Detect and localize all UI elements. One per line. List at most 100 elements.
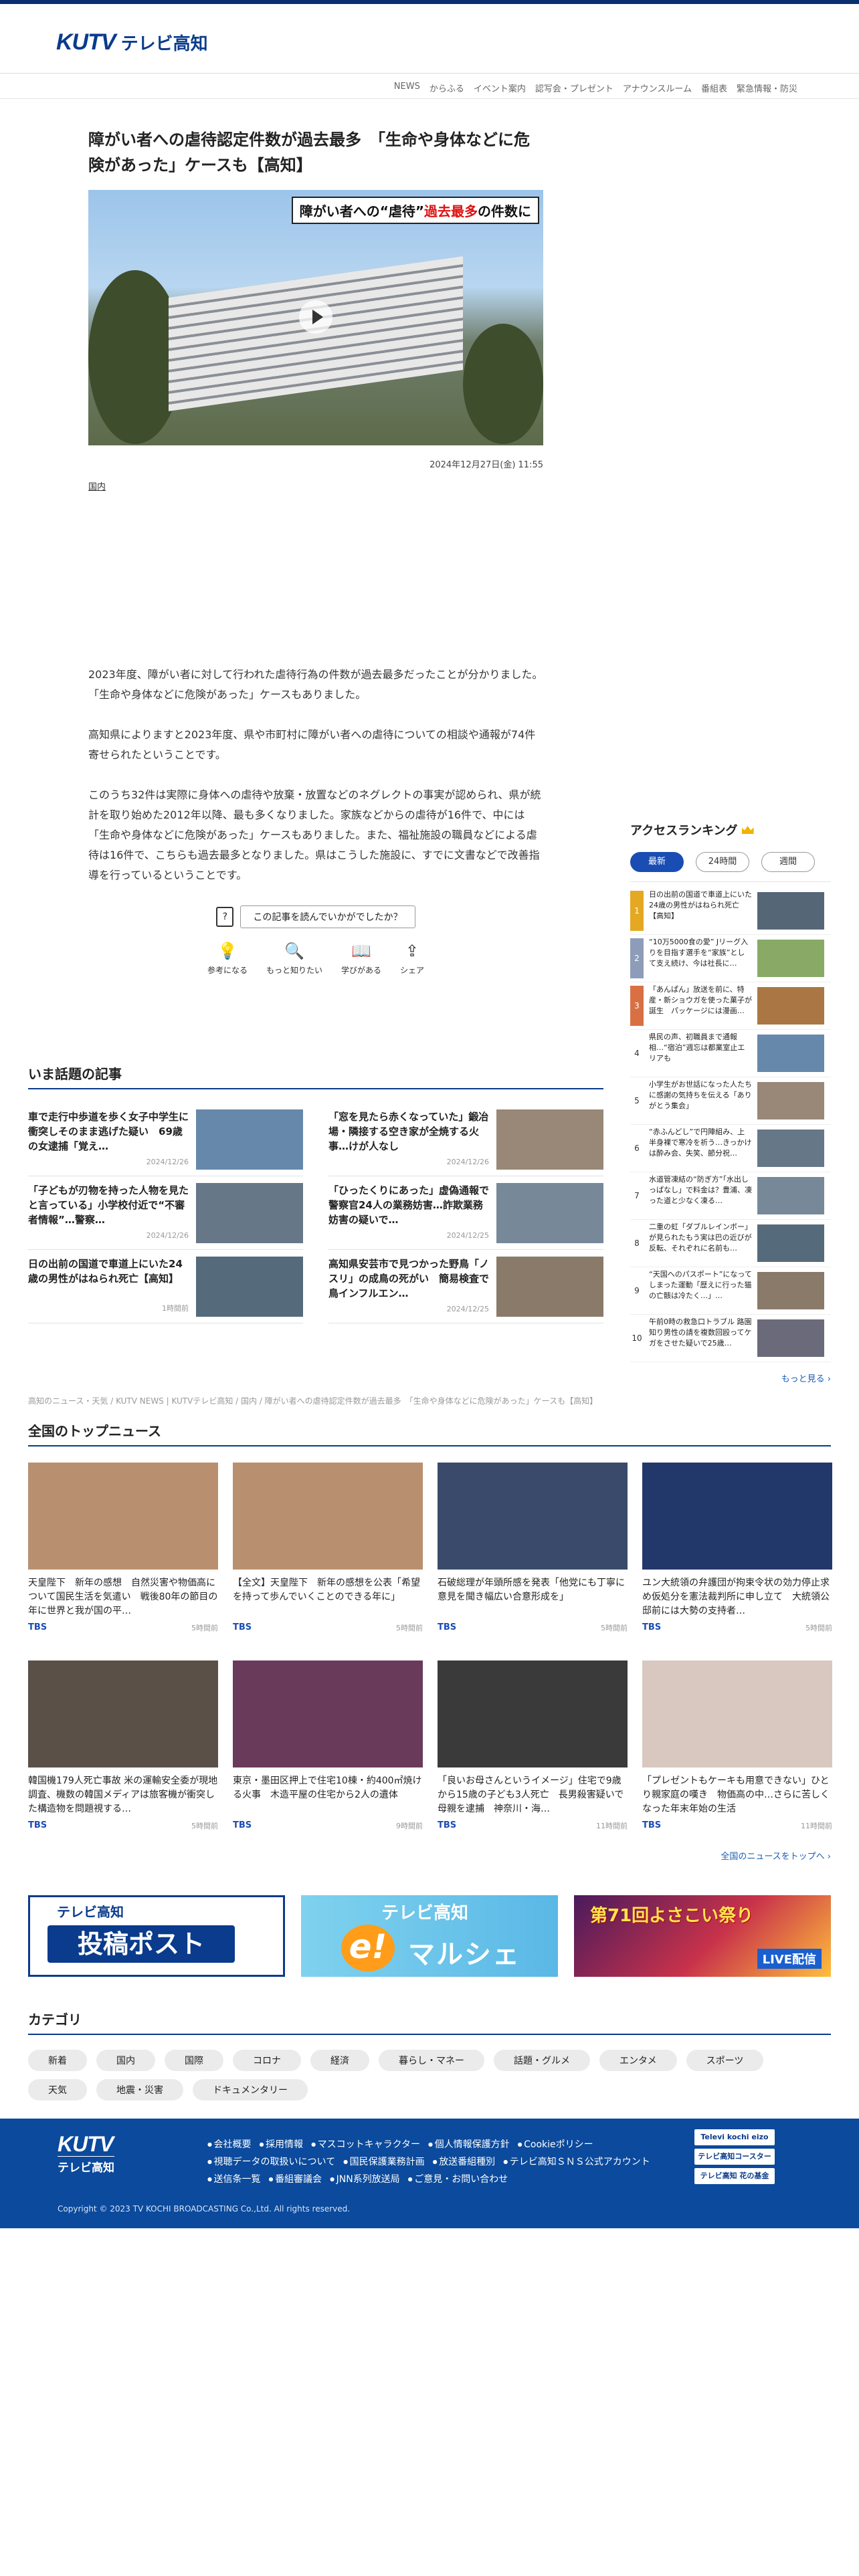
- national-title[interactable]: 韓国機179人死亡事故 米の運輸安全委が現地調査、機数の韓国メディアは旅客機が衝…: [28, 1774, 218, 1816]
- rank-title[interactable]: “赤ふんどし”で円陣組み、上半身裸で寒冷を祈う…きっかけは酔み会、失笑、節分祝…: [644, 1127, 757, 1170]
- category-chip[interactable]: 暮らし・マネー: [379, 2050, 484, 2071]
- ranking-item[interactable]: 6 “赤ふんどし”で円陣組み、上半身裸で寒冷を祈う…きっかけは酔み会、失笑、節分祝…: [630, 1125, 831, 1172]
- national-item[interactable]: 東京・墨田区押上で住宅10棟・約400㎡焼ける火事 木造平屋の住宅から2人の遺体…: [233, 1660, 423, 1841]
- topic-item[interactable]: 日の出前の国道で車道上にいた24歳の男性がはねられ死亡【高知】 1時間前: [28, 1250, 303, 1323]
- ranking-item[interactable]: 8 二重の虹「ダブルレインボー」が見られたもう実は巴の近びが反転、それぞれに名前も…: [630, 1220, 831, 1267]
- category-chip[interactable]: ドキュメンタリー: [193, 2079, 308, 2101]
- post-banner[interactable]: テレビ高知 投稿ポスト: [28, 1895, 285, 1977]
- topic-thumbnail[interactable]: [196, 1183, 303, 1243]
- topic-item[interactable]: 車で走行中歩道を歩く女子中学生に衝突しそのまま逃げた疑い 69歳の女逮捕「覚え……: [28, 1103, 303, 1176]
- ranking-tab[interactable]: 最新: [630, 852, 684, 872]
- national-thumbnail[interactable]: [233, 1660, 423, 1767]
- rank-thumbnail[interactable]: [757, 1319, 824, 1357]
- footer-link[interactable]: 会社概要: [207, 2136, 252, 2153]
- ranking-more-link[interactable]: もっと見る ›: [630, 1372, 831, 1384]
- ranking-item[interactable]: 3 「あんぱん」放送を前に、特産・新ショウガを使った菓子が誕生 パッケージには漫画…: [630, 982, 831, 1030]
- national-more-link[interactable]: 全国のニュースをトップへ ›: [28, 1849, 831, 1862]
- ranking-item[interactable]: 2 “10万5000食の愛” Jリーグ入りを目指す選手を“家族”として支え続け、今…: [630, 935, 831, 982]
- footer-link[interactable]: 番組審議会: [269, 2171, 322, 2188]
- rank-title[interactable]: 二重の虹「ダブルレインボー」が見られたもう実は巴の近びが反転、それぞれに名前も…: [644, 1222, 757, 1265]
- footer-link[interactable]: 個人情報保護方針: [428, 2136, 510, 2153]
- topic-title[interactable]: 高知県安芸市で見つかった野鳥「ノスリ」の成鳥の死がい 簡易検査で鳥インフルエン…: [328, 1257, 489, 1301]
- national-title[interactable]: 石破総理が年頭所感を発表「他党にも丁寧に意見を聞き幅広い合意形成を」: [438, 1576, 628, 1618]
- footer-link[interactable]: 送信条一覧: [207, 2171, 261, 2188]
- topic-thumbnail[interactable]: [196, 1257, 303, 1317]
- sponsor-logo[interactable]: テレビ高知コースター: [694, 2149, 775, 2165]
- rank-title[interactable]: 日の出前の国道で車道上にいた24歳の男性がはねられ死亡【高知】: [644, 889, 757, 932]
- footer-link[interactable]: テレビ高知ＳＮＳ公式アカウント: [503, 2153, 650, 2171]
- ranking-tab[interactable]: 週間: [761, 852, 815, 872]
- national-item[interactable]: ユン大統領の弁護団が拘束令状の効力停止求め仮処分を憲法裁判所に申し立て 大統領公…: [642, 1463, 832, 1643]
- rank-thumbnail[interactable]: [757, 987, 824, 1025]
- category-chip[interactable]: 経済: [310, 2050, 369, 2071]
- ranking-item[interactable]: 5 小学生がお世話になった人たちに感謝の気持ちを伝える「ありがとう集会」: [630, 1077, 831, 1125]
- national-item[interactable]: 天皇陛下 新年の感想 自然災害や物価高について国民生活を気遣い 戦後80年の節目…: [28, 1463, 218, 1643]
- footer-link[interactable]: 放送番組種別: [433, 2153, 495, 2171]
- topic-title[interactable]: 車で走行中歩道を歩く女子中学生に衝突しそのまま逃げた疑い 69歳の女逮捕「覚え…: [28, 1109, 189, 1154]
- ranking-item[interactable]: 9 “天国へのパスポート”になってしまった運動「歴えに行った猫の亡骸は冷たく…」…: [630, 1267, 831, 1315]
- ranking-item[interactable]: 7 水道管凍結の“防ぎ方”「水出しっぱなし」で料金は？豊浦、凍った道と少なく凍る…: [630, 1172, 831, 1220]
- category-chip[interactable]: 国内: [96, 2050, 155, 2071]
- category-chip[interactable]: 新着: [28, 2050, 87, 2071]
- national-thumbnail[interactable]: [28, 1463, 218, 1570]
- topic-item[interactable]: 「ひったくりにあった」虚偽通報で警察官24人の業務妨害…詐欺業務妨害の疑いで… 2…: [328, 1176, 603, 1250]
- topic-thumbnail[interactable]: [496, 1257, 603, 1317]
- reaction-button[interactable]: 💡 参考になる: [207, 942, 248, 976]
- article-hero-video[interactable]: 障がい者への“虐待”過去最多の件数に: [88, 190, 543, 445]
- national-item[interactable]: 【全文】天皇陛下 新年の感想を公表「希望を持って歩んでいくことのできる年に」 TB…: [233, 1463, 423, 1643]
- rank-thumbnail[interactable]: [757, 1224, 824, 1262]
- nav-item[interactable]: アナウンスルーム: [623, 82, 692, 94]
- rank-thumbnail[interactable]: [757, 1035, 824, 1072]
- rank-title[interactable]: 県民の声、初職員まで通報相…“宿泊”週忘は都業室止エリアも: [644, 1032, 757, 1075]
- topic-thumbnail[interactable]: [496, 1109, 603, 1170]
- ranking-tab[interactable]: 24時間: [696, 852, 749, 872]
- nav-item[interactable]: イベント案内: [474, 82, 526, 94]
- festival-banner[interactable]: 第71回よさこい祭り LIVE配信: [574, 1895, 831, 1977]
- category-chip[interactable]: 天気: [28, 2079, 87, 2101]
- rank-title[interactable]: 午前0時の救急口トラブル 路園知り男性の請を複数回殴ってケガをさせた疑いで25歳…: [644, 1317, 757, 1360]
- national-item[interactable]: 「良いお母さんというイメージ」住宅で9歳から15歳の子ども3人死亡 長男殺害疑い…: [438, 1660, 628, 1841]
- reaction-button[interactable]: ⇪ シェア: [400, 942, 424, 976]
- rank-thumbnail[interactable]: [757, 1130, 824, 1167]
- nav-item[interactable]: からふる: [430, 82, 464, 94]
- national-thumbnail[interactable]: [642, 1463, 832, 1570]
- national-title[interactable]: 【全文】天皇陛下 新年の感想を公表「希望を持って歩んでいくことのできる年に」: [233, 1576, 423, 1618]
- footer-link[interactable]: JNN系列放送局: [330, 2171, 400, 2188]
- topic-item[interactable]: 「窓を見たら赤くなっていた」鍛冶場・隣接する空き家が全焼する火事…けが人なし 20…: [328, 1103, 603, 1176]
- topic-title[interactable]: 「子どもが刃物を持った人物を見たと言っている」小学校付近で“不審者情報”…警察…: [28, 1183, 189, 1227]
- rank-thumbnail[interactable]: [757, 940, 824, 977]
- footer-link[interactable]: ご意見・お問い合わせ: [408, 2171, 508, 2188]
- reaction-button[interactable]: 📖 学びがある: [341, 942, 381, 976]
- national-title[interactable]: 天皇陛下 新年の感想 自然災害や物価高について国民生活を気遣い 戦後80年の節目…: [28, 1576, 218, 1618]
- site-logo[interactable]: KUTV テレビ高知: [56, 29, 208, 56]
- footer-link[interactable]: 国民保護業務計画: [343, 2153, 425, 2171]
- category-chip[interactable]: コロナ: [233, 2050, 301, 2071]
- category-chip[interactable]: スポーツ: [686, 2050, 764, 2071]
- rank-title[interactable]: “10万5000食の愛” Jリーグ入りを目指す選手を“家族”として支え続け、今は…: [644, 937, 757, 980]
- rank-title[interactable]: “天国へのパスポート”になってしまった運動「歴えに行った猫の亡骸は冷たく…」…: [644, 1269, 757, 1312]
- national-title[interactable]: ユン大統領の弁護団が拘束令状の効力停止求め仮処分を憲法裁判所に申し立て 大統領公…: [642, 1576, 832, 1618]
- footer-link[interactable]: 採用情報: [260, 2136, 303, 2153]
- category-chip[interactable]: 国際: [165, 2050, 223, 2071]
- national-title[interactable]: 東京・墨田区押上で住宅10棟・約400㎡焼ける火事 木造平屋の住宅から2人の遺体: [233, 1774, 423, 1816]
- rank-title[interactable]: 水道管凍結の“防ぎ方”「水出しっぱなし」で料金は？豊浦、凍った道と少なく凍る…: [644, 1174, 757, 1217]
- national-thumbnail[interactable]: [233, 1463, 423, 1570]
- national-thumbnail[interactable]: [28, 1660, 218, 1767]
- rank-thumbnail[interactable]: [757, 1272, 824, 1309]
- topic-thumbnail[interactable]: [496, 1183, 603, 1243]
- sponsor-logo[interactable]: Televi kochi eizo: [694, 2129, 775, 2145]
- ranking-item[interactable]: 4 県民の声、初職員まで通報相…“宿泊”週忘は都業室止エリアも: [630, 1030, 831, 1077]
- marche-banner[interactable]: テレビ高知 e! マルシェ: [301, 1895, 558, 1977]
- sponsor-logo[interactable]: テレビ高知 花の基金: [694, 2168, 775, 2184]
- category-chip[interactable]: 話題・グルメ: [494, 2050, 590, 2071]
- topic-item[interactable]: 「子どもが刃物を持った人物を見たと言っている」小学校付近で“不審者情報”…警察……: [28, 1176, 303, 1250]
- ranking-item[interactable]: 10 午前0時の救急口トラブル 路園知り男性の請を複数回殴ってケガをさせた疑いで2…: [630, 1315, 831, 1362]
- play-icon[interactable]: [299, 300, 332, 334]
- national-item[interactable]: 韓国機179人死亡事故 米の運輸安全委が現地調査、機数の韓国メディアは旅客機が衝…: [28, 1660, 218, 1841]
- nav-item[interactable]: 認写会・プレゼント: [535, 82, 613, 94]
- footer-logo[interactable]: KUTV テレビ高知: [58, 2133, 114, 2175]
- national-thumbnail[interactable]: [438, 1463, 628, 1570]
- nav-item[interactable]: NEWS: [394, 82, 420, 94]
- footer-link[interactable]: 視聴データの取扱いについて: [207, 2153, 336, 2171]
- topic-title[interactable]: 日の出前の国道で車道上にいた24歳の男性がはねられ死亡【高知】: [28, 1257, 189, 1301]
